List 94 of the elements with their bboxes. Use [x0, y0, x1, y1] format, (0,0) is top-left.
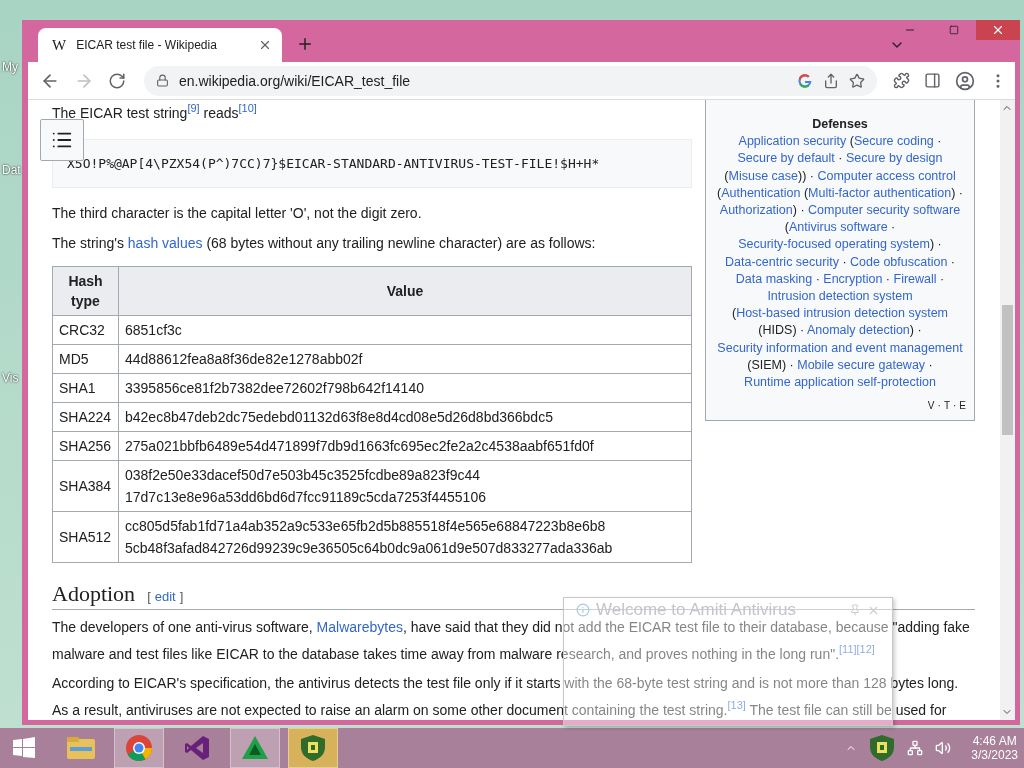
navbox-link[interactable]: E	[959, 397, 966, 415]
section-heading: Adoption	[52, 580, 136, 607]
link[interactable]: Multi-factor authentication	[808, 185, 952, 200]
infobox-heading: Defenses	[811, 116, 869, 133]
navbox-link[interactable]: V	[927, 397, 935, 415]
folder-icon	[66, 735, 96, 761]
table-cell: 6851cf3c	[118, 315, 692, 345]
link[interactable]: Antivirus software	[788, 220, 888, 235]
studio-icon	[183, 734, 211, 762]
table-cell: CRC32	[52, 315, 119, 345]
table-cell: SHA1	[52, 373, 119, 403]
reload-icon[interactable]	[108, 71, 126, 90]
windows-icon	[12, 736, 36, 760]
table-cell: SHA256	[52, 431, 119, 461]
close-icon	[991, 23, 1005, 37]
lock-icon[interactable]	[156, 74, 169, 87]
wikipedia-favicon: W	[52, 36, 67, 54]
link[interactable]: Encryption	[823, 271, 883, 286]
table-cell: SHA512	[52, 511, 119, 563]
profile-icon[interactable]	[955, 70, 975, 91]
intro-text: The EICAR test string$^{[9]}$ reads$^{[10]}$	[52, 101, 258, 121]
link[interactable]: Security-focused operating system	[738, 237, 930, 252]
link[interactable]: Firewall	[893, 271, 937, 286]
table-cell: 038f2e50e33dacef50d7e503b45c3525fcdbe89a823f9c44 17d7c13e8e96a53dd6bd6d7fcc91189c5cda7253f4455106	[118, 460, 692, 512]
url-text: en.wikipedia.org/wiki/EICAR_test_file	[179, 72, 412, 89]
link[interactable]: Secure by design	[845, 151, 943, 166]
share-icon[interactable]	[823, 72, 839, 89]
link[interactable]: Security information and event management	[717, 340, 963, 355]
scrollbar[interactable]	[1000, 100, 1015, 720]
navbox-link[interactable]: T	[943, 397, 950, 415]
bracket: [	[147, 588, 151, 604]
scrollbar-thumb[interactable]	[1002, 305, 1013, 435]
paragraph: The string's hash values (68 bytes without any trailing newline character) are as follows:	[52, 233, 597, 253]
reference-link[interactable]: [9]	[187, 102, 200, 114]
link[interactable]: Data-centric security	[725, 254, 839, 269]
puzzle-icon[interactable]	[893, 72, 910, 89]
link[interactable]: Application security	[738, 134, 847, 149]
link[interactable]: Computer security software	[808, 203, 961, 217]
reference-link[interactable]: [10]	[238, 102, 257, 114]
address-bar[interactable]: en.wikipedia.org/wiki/EICAR_test_file	[144, 65, 877, 96]
table-cell: b42ec8b47deb2dc75edebd01132d63f8e8d4cd08e5d26d8bd366bdc5	[118, 402, 692, 432]
link[interactable]: Data masking	[735, 271, 813, 286]
infobox-text: Application security (Secure coding · Secure by default · Secure by design (Misuse case)) · Computer access control (Authentication (Multi-factor authentication) · Authorization) · Computer security software (Antivirus software · Security-focused operating system) · Data-centric security · Code obfuscation · Data masking · Encryption · Firewall · Intrusion detection system (Host-based intrusion detection system (HIDS) · Anomaly detection) · Security information and event management (SIEM) · Mobile secure gateway · Runtime application self-protection	[716, 133, 964, 392]
edit-link[interactable]: edit	[154, 588, 176, 604]
link[interactable]: Anomaly detection	[806, 323, 910, 338]
link[interactable]: Runtime application self-protection	[744, 375, 936, 390]
network-icon[interactable]	[907, 740, 924, 756]
link[interactable]: Intrusion detection system	[767, 289, 913, 304]
volume-icon[interactable]	[935, 740, 952, 756]
taskbar-app[interactable]	[230, 728, 280, 768]
link[interactable]: Mobile secure gateway	[797, 357, 926, 372]
table-cell: SHA224	[52, 402, 119, 432]
separator-dot: ·	[953, 399, 957, 414]
maximize-icon	[949, 25, 959, 35]
taskbar-app[interactable]	[288, 728, 338, 768]
close-button[interactable]	[976, 20, 1020, 40]
table-cell: cc805d5fab1fd71a4ab352a9c533e65fb2d5b885518f4e565e68847223b8e6b8 5cb48f3afad842726d99239c9e36505c64b0dc9a061d9e507d833277ada336ab	[118, 511, 692, 563]
table-cell: 275a021bbfb6489e54d471899f7db9d1663fc695ec2fe2a2c4538aabf651fd0f	[118, 431, 692, 461]
google-icon[interactable]	[797, 72, 813, 89]
link[interactable]: Secure coding	[853, 134, 934, 149]
shield-icon	[300, 734, 326, 762]
side-panel-icon[interactable]	[924, 72, 941, 89]
table-cell: 44d88612fea8a8f36de82e1278abb02f	[118, 344, 692, 374]
bracket: ]	[179, 588, 184, 604]
new-tab-icon[interactable]	[296, 35, 314, 53]
column-header: Hash type	[52, 266, 119, 316]
link[interactable]: Code obfuscation	[850, 254, 948, 269]
link[interactable]: Host-based intrusion detection system	[736, 306, 949, 321]
code-block: X5O!P%@AP[4\PZX54(P^)7CC)7}$EICAR-STANDARD-ANTIVIRUS-TEST-FILE!$H+H*	[52, 138, 692, 188]
link[interactable]: Authentication	[721, 185, 801, 200]
clock[interactable]: 4:46 AM 3/3/2023	[971, 734, 1018, 762]
taskbar-app[interactable]	[114, 728, 164, 768]
shield-icon	[869, 734, 896, 762]
column-header: Value	[118, 266, 692, 316]
table-cell: SHA384	[52, 460, 119, 512]
link[interactable]: Computer access control	[817, 168, 956, 183]
tab-title: EICAR test file - Wikipedia	[76, 38, 218, 52]
table-cell: 3395856ce81f2b7382dee72602f798b642f14140	[118, 373, 692, 403]
browser-tab[interactable]: W EICAR test file - Wikipedia	[38, 28, 282, 62]
tray-shield-icon[interactable]	[869, 734, 896, 762]
paragraph: The third character is the capital letter 'O', not the digit zero.	[52, 203, 423, 223]
link[interactable]: Secure by default	[737, 151, 835, 166]
link[interactable]: hash values	[127, 234, 203, 251]
chrome-icon	[125, 734, 153, 762]
notification-title: Welcome to Amiti Antivirus	[596, 602, 797, 618]
triangle-icon	[241, 734, 269, 762]
table-cell: MD5	[52, 344, 119, 374]
link[interactable]: Malwarebytes	[316, 618, 403, 635]
close-tab-icon[interactable]	[258, 38, 272, 52]
info-icon	[576, 603, 590, 617]
separator-dot: ·	[937, 399, 941, 414]
star-icon[interactable]	[849, 72, 865, 89]
link[interactable]: Misuse case	[728, 168, 798, 183]
link[interactable]: Authorization	[719, 203, 793, 217]
